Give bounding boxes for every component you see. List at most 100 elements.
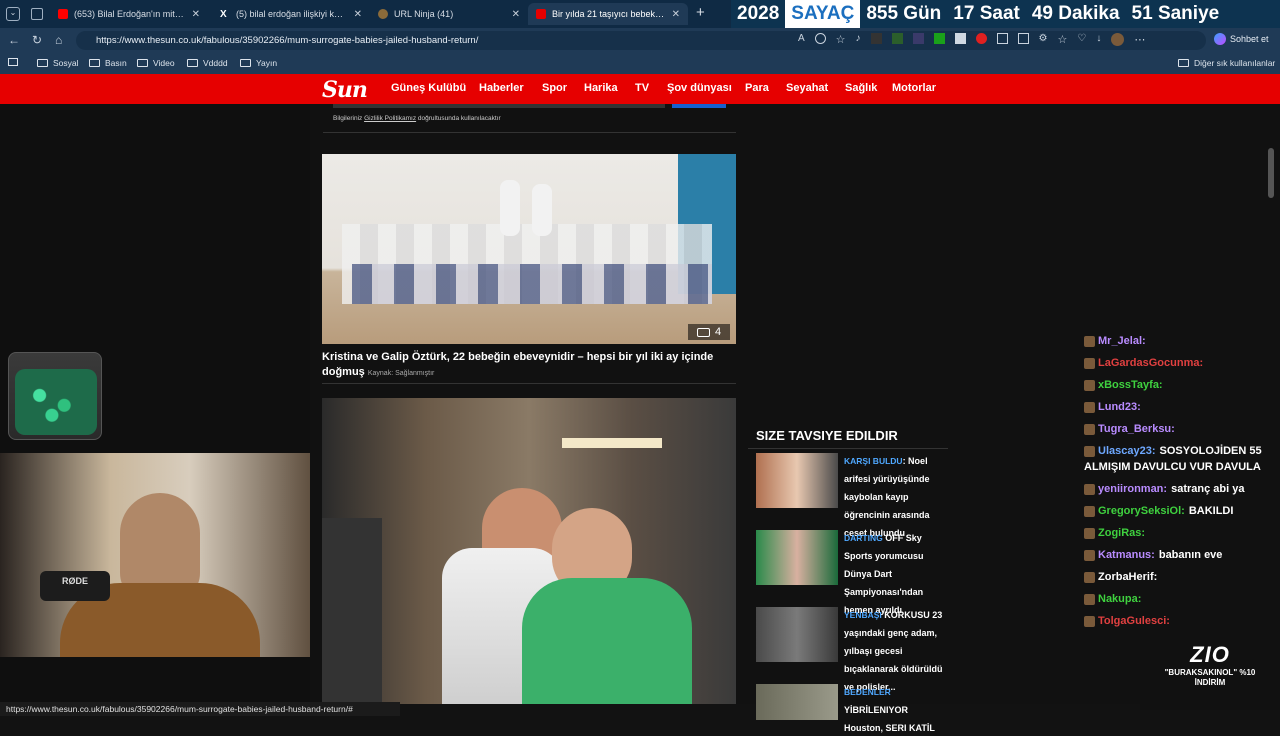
nav-item-haberler[interactable]: Haberler [479, 82, 524, 94]
bookmark-folder-vdddd[interactable]: Vdddd [187, 58, 228, 68]
chat-username[interactable]: Lund23: [1098, 401, 1141, 413]
favorites-icon[interactable]: ☆ [1058, 33, 1068, 47]
browser-tab-1[interactable]: (653) Bilal Erdoğan'ın mitingine ka ✕ [50, 3, 208, 25]
collections-icon[interactable]: ⚙ [1039, 33, 1048, 47]
translate-icon[interactable]: A [798, 33, 805, 47]
site-logo[interactable]: Sun [322, 77, 380, 103]
recommended-item[interactable]: BEDENLER YİBRİLENIYOR Houston, SERI KATİ… [756, 684, 948, 733]
chat-message: LaGardasGocunma: [1084, 357, 1203, 369]
close-tab-icon[interactable]: ✕ [512, 9, 520, 20]
ext-icon[interactable] [996, 33, 1008, 44]
nav-item-seyahat[interactable]: Seyahat [786, 82, 828, 94]
chat-username[interactable]: TolgaGulesci: [1098, 615, 1170, 627]
youtube-icon [58, 9, 68, 19]
recommended-heading: SIZE TAVSIYE EDILDIR [756, 428, 898, 443]
bookmark-folder-basin[interactable]: Basın [89, 58, 127, 68]
bookmark-folder-yayin[interactable]: Yayın [240, 58, 277, 68]
browser-tab-4-active[interactable]: Bir yılda 21 taşıyıcı bebek sahibi o ✕ [528, 3, 688, 25]
close-tab-icon[interactable]: ✕ [672, 9, 680, 20]
chat-message: yeniironman: satranç abi ya [1084, 483, 1244, 495]
chat-message: Lund23: [1084, 401, 1141, 413]
nav-item-harika[interactable]: Harika [584, 82, 618, 94]
chat-username[interactable]: Nakupa: [1098, 593, 1141, 605]
split-screen-icon[interactable] [1017, 33, 1029, 44]
recommended-item[interactable]: DARTING OFF Sky Sports yorumcusu Dünya D… [756, 530, 948, 615]
nav-item-gunes-kulubu[interactable]: Güneş Kulübü [391, 82, 466, 94]
tab-actions-icon[interactable]: ⌄ [6, 7, 20, 21]
browser-tab-2[interactable]: X (5) bilal erdoğan ilişkiyi kestik - An… [212, 3, 370, 25]
refresh-icon[interactable]: ↻ [32, 33, 42, 47]
favorite-star-icon[interactable]: ☆ [836, 33, 846, 47]
avatar[interactable] [1111, 33, 1125, 46]
ext-icon[interactable] [954, 33, 966, 44]
close-tab-icon[interactable]: ✕ [354, 9, 362, 20]
babies-photo[interactable]: 4 [322, 154, 736, 344]
status-bar: https://www.thesun.co.uk/fabulous/359022… [0, 702, 400, 716]
divider [748, 448, 948, 449]
chat-username[interactable]: Mr_Jelal: [1098, 335, 1146, 347]
recommended-item[interactable]: KARŞI BULDU: Noel arifesi yürüyüşünde ka… [756, 453, 948, 538]
more-icon[interactable]: ⋯ [1134, 33, 1145, 47]
nav-item-motorlar[interactable]: Motorlar [892, 82, 936, 94]
other-bookmarks[interactable]: Diğer sık kullanılanlar [1178, 58, 1275, 68]
copilot-button[interactable]: Sohbet et [1214, 33, 1269, 45]
chat-message: Mr_Jelal: [1084, 335, 1146, 347]
bookmark-folder-sosyal[interactable]: Sosyal [37, 58, 79, 68]
chat-text: BAKILDI [1188, 505, 1234, 517]
tab-title: Bir yılda 21 taşıyıcı bebek sahibi o [552, 9, 666, 19]
extension-icons: A ☆ ♪ ⚙ ☆ ♡ ↓ ⋯ [798, 33, 1208, 47]
chat-message: Ulascay23: SOSYOLOJİDEN 55 [1084, 445, 1262, 457]
newsletter-input[interactable] [333, 104, 665, 108]
status-url: https://www.thesun.co.uk/fabulous/359022… [6, 704, 353, 714]
chat-username[interactable]: xBossTayfa: [1098, 379, 1163, 391]
chat-username[interactable]: GregorySeksiOl: [1098, 505, 1185, 517]
home-icon[interactable]: ⌂ [55, 33, 62, 47]
nav-item-saglik[interactable]: Sağlık [845, 82, 877, 94]
recommended-item[interactable]: YENBAŞI KORKUSU 23 yaşındaki genç adam, … [756, 607, 948, 692]
chat-username[interactable]: Tugra_Berksu: [1098, 423, 1175, 435]
chat-message: Katmanus: babanın eve [1084, 549, 1222, 561]
new-tab-button[interactable]: + [696, 4, 705, 21]
chat-username[interactable]: ZorbaHerif: [1098, 571, 1157, 583]
menu-icon[interactable] [8, 58, 18, 66]
chat-message: Tugra_Berksu: [1084, 423, 1175, 435]
couple-photo[interactable] [322, 398, 736, 704]
ext-icon[interactable] [933, 33, 945, 44]
ext-icon[interactable] [870, 33, 882, 44]
bookmarks-bar: Sosyal Basın Video Vdddd Yayın Diğer sık… [0, 52, 1280, 74]
badge-icon [1084, 615, 1095, 627]
nav-item-para[interactable]: Para [745, 82, 769, 94]
ext-icon[interactable] [912, 33, 924, 44]
nav-item-sov-dunyasi[interactable]: Şov dünyası [667, 82, 732, 94]
countdown-year: 2028 [737, 3, 780, 24]
workspaces-icon[interactable] [31, 8, 43, 20]
privacy-policy-link[interactable]: Gizlilik Politikamız [364, 115, 416, 122]
recommended-title: : Noel arifesi yürüyüşünde kaybolan kayı… [844, 456, 930, 538]
chat-username[interactable]: LaGardasGocunma: [1098, 357, 1203, 369]
badge-icon [1084, 549, 1095, 561]
bookmark-folder-video[interactable]: Video [137, 58, 175, 68]
close-tab-icon[interactable]: ✕ [192, 9, 200, 20]
browser-tab-3[interactable]: URL Ninja (41) ✕ [370, 3, 528, 25]
ext-icon[interactable] [975, 33, 987, 44]
chat-text: satranç abi ya [1171, 483, 1245, 495]
back-icon[interactable]: ← [8, 33, 20, 47]
ext-icon[interactable] [891, 33, 903, 44]
heart-icon[interactable]: ♡ [1077, 33, 1086, 47]
folder-icon [137, 59, 148, 67]
page-scrollbar[interactable] [1268, 148, 1274, 198]
bell-icon[interactable]: ♪ [856, 33, 861, 47]
newsletter-submit-button[interactable] [672, 104, 726, 108]
camera-icon [696, 327, 710, 337]
chat-username[interactable]: Katmanus: [1098, 549, 1155, 561]
reader-icon[interactable] [814, 33, 826, 44]
recommended-tag: KARŞI BULDU [844, 456, 903, 466]
nav-item-tv[interactable]: TV [635, 82, 649, 94]
chat-username[interactable]: ZogiRas: [1098, 527, 1145, 539]
downloads-icon[interactable]: ↓ [1096, 33, 1101, 47]
chat-message: GregorySeksiOl: BAKILDI [1084, 505, 1233, 517]
photo-caption: Kristina ve Galip Öztürk, 22 bebeğin ebe… [322, 350, 738, 381]
chat-username[interactable]: Ulascay23: [1098, 445, 1156, 457]
nav-item-spor[interactable]: Spor [542, 82, 567, 94]
chat-username[interactable]: yeniironman: [1098, 483, 1167, 495]
